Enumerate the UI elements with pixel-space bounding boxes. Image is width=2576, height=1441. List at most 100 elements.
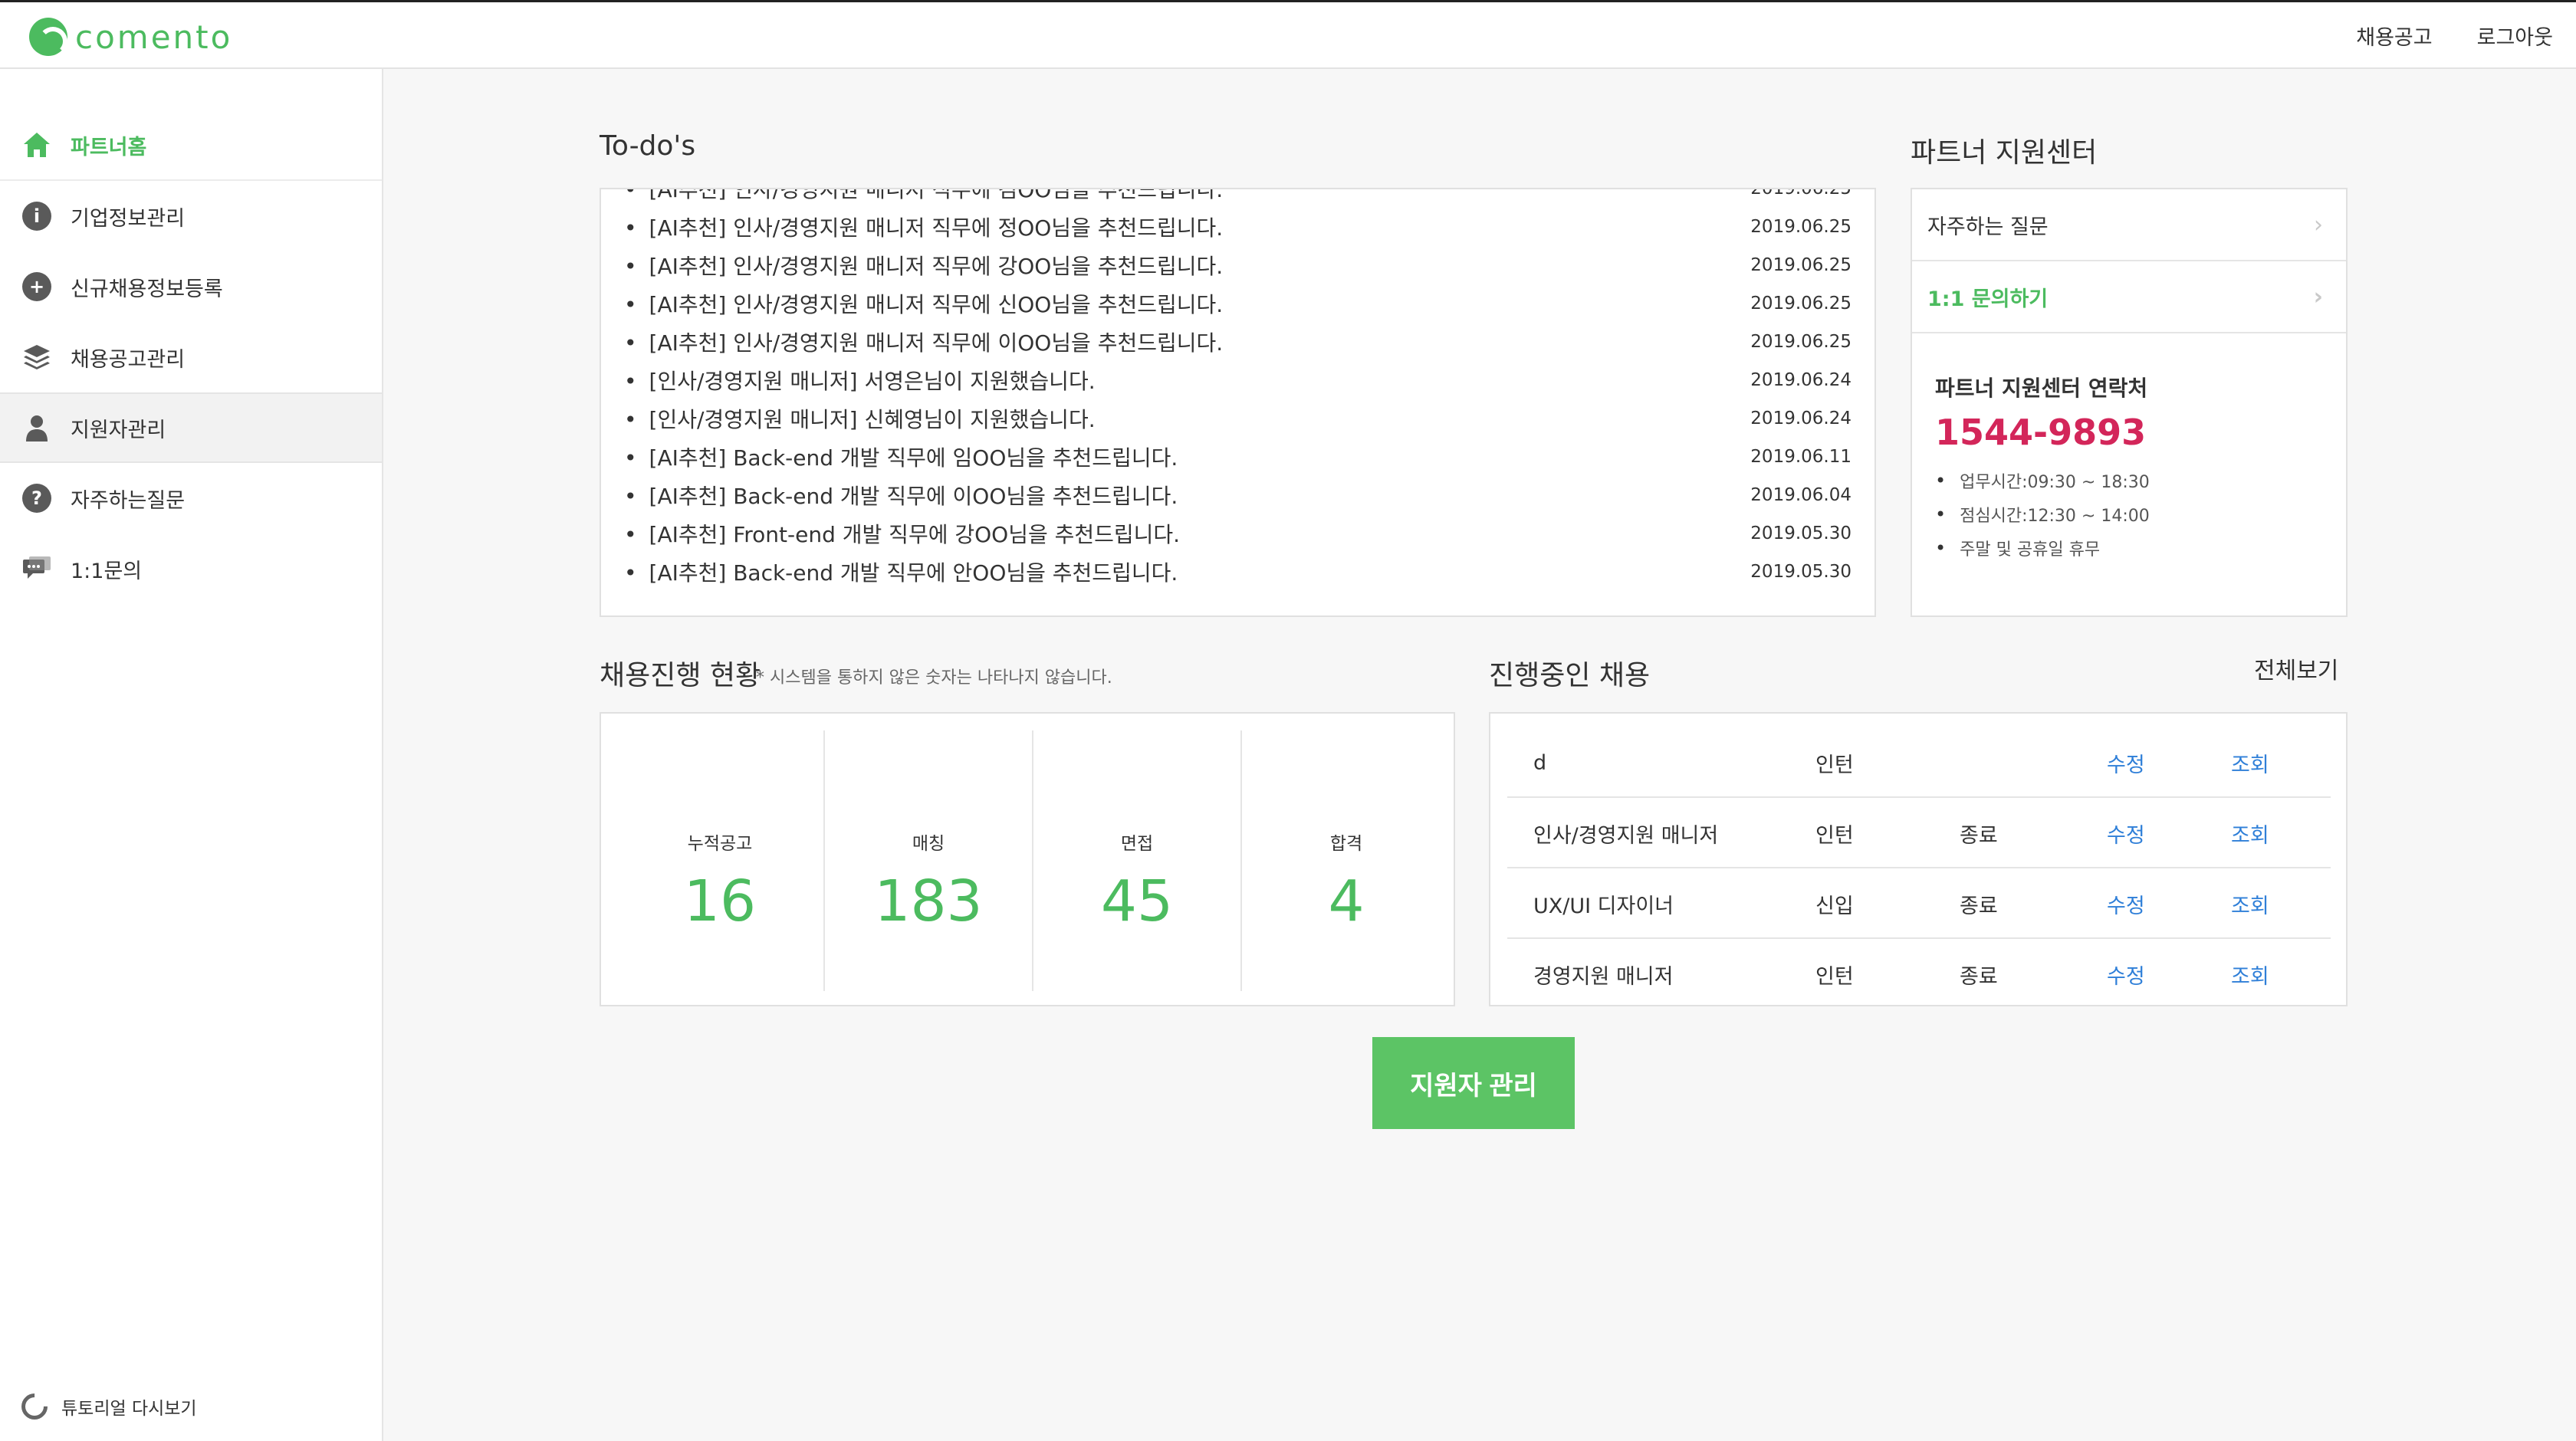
stat-label: 합격 [1329, 834, 1363, 854]
sidebar-item-label: 신규채용정보등록 [71, 277, 223, 301]
todo-item[interactable]: [AI추천] 인사/경영지원 매니저 직무에 강OO님을 추천드립니다. 2019… [601, 246, 1875, 284]
job-status: 종료 [1960, 964, 1998, 989]
stat-interview: 면접 45 [1033, 730, 1242, 991]
contact-title: 파트너 지원센터 연락처 [1935, 376, 2148, 401]
stat-label: 매칭 [912, 834, 945, 854]
job-type: 인턴 [1815, 964, 1854, 989]
todo-date: 2019.06.25 [1750, 217, 1852, 237]
todo-date: 2019.06.24 [1750, 370, 1852, 390]
nav-logout-link[interactable]: 로그아웃 [2477, 21, 2553, 51]
sidebar-item-label: 파트너홈 [71, 135, 147, 159]
todo-item[interactable]: [AI추천] 인사/경영지원 매니저 직무에 정OO님을 추천드립니다. 2019… [601, 208, 1875, 246]
view-all-link[interactable]: 전체보기 [2254, 652, 2338, 685]
contact-info: 파트너 지원센터 연락처 1544-9893 업무시간:09:30 ~ 18:3… [1912, 333, 2346, 565]
todo-text: [AI추천] 인사/경영지원 매니저 직무에 강OO님을 추천드립니다. [624, 250, 1224, 281]
todo-date: 2019.05.30 [1750, 524, 1852, 543]
sidebar-item-label: 1:1문의 [71, 559, 143, 583]
todo-text: [AI추천] 인사/경영지원 매니저 직무에 김OO님을 추천드립니다. [624, 189, 1224, 204]
todo-item[interactable]: [AI추천] Back-end 개발 직무에 안OO님을 추천드립니다. 2019… [601, 553, 1875, 591]
todo-item[interactable]: [AI추천] Front-end 개발 직무에 강OO님을 추천드립니다. 201… [601, 514, 1875, 553]
jobs-panel: d 인턴 수정 조회 인사/경영지원 매니저 인턴 종료 수정 조회 UX/UI… [1489, 712, 2348, 1006]
job-name: UX/UI 디자이너 [1533, 894, 1674, 918]
edit-button[interactable]: 수정 [2107, 939, 2145, 1009]
sidebar-item-new-posting[interactable]: + 신규채용정보등록 [0, 251, 382, 322]
faq-link[interactable]: 자주하는 질문 › [1912, 189, 2346, 261]
inquiry-link[interactable]: 1:1 문의하기 › [1912, 261, 2346, 333]
todo-date: 2019.06.25 [1750, 294, 1852, 313]
view-button[interactable]: 조회 [2231, 939, 2269, 1009]
sidebar-item-label: 지원자관리 [71, 418, 166, 442]
todo-date: 2019.06.04 [1750, 485, 1852, 505]
refresh-icon [15, 1387, 54, 1426]
info-icon: i [21, 201, 52, 231]
todos-title: To-do's [600, 130, 696, 162]
todo-item[interactable]: [AI추천] 인사/경영지원 매니저 직무에 김OO님을 추천드립니다. 2019… [601, 189, 1875, 208]
todo-text: [AI추천] 인사/경영지원 매니저 직무에 정OO님을 추천드립니다. [624, 212, 1224, 242]
sidebar-item-company-info[interactable]: i 기업정보관리 [0, 181, 382, 251]
comento-logo[interactable]: comento [29, 18, 232, 56]
contact-phone: 1544-9893 [1935, 412, 2147, 453]
business-hours: 업무시간:09:30 ~ 18:30 [1935, 464, 2323, 497]
todo-item[interactable]: [AI추천] Back-end 개발 직무에 이OO님을 추천드립니다. 2019… [601, 476, 1875, 514]
sidebar-item-partner-home[interactable]: 파트너홈 [0, 110, 382, 181]
todo-list: [AI추천] 인사/경영지원 매니저 직무에 김OO님을 추천드립니다. 2019… [601, 189, 1875, 591]
top-bar: comento 채용공고 로그아웃 [0, 0, 2576, 69]
todo-text: [AI추천] Back-end 개발 직무에 이OO님을 추천드립니다. [624, 480, 1178, 510]
todo-item[interactable]: [AI추천] 인사/경영지원 매니저 직무에 이OO님을 추천드립니다. 2019… [601, 323, 1875, 361]
sidebar-item-label: 자주하는질문 [71, 488, 186, 513]
plus-circle-icon: + [21, 271, 52, 302]
job-name: 경영지원 매니저 [1533, 964, 1674, 989]
stat-label: 누적공고 [687, 834, 753, 854]
sidebar-item-applicant-management[interactable]: 지원자관리 [0, 392, 382, 463]
tutorial-replay-link[interactable]: 튜토리얼 다시보기 [15, 1387, 197, 1426]
job-type: 인턴 [1815, 753, 1854, 777]
sidebar-item-inquiry[interactable]: 1:1문의 [0, 533, 382, 604]
sidebar-item-faq[interactable]: ? 자주하는질문 [0, 463, 382, 533]
edit-button[interactable]: 수정 [2107, 868, 2145, 939]
holiday-note: 주말 및 공휴일 휴무 [1935, 531, 2323, 565]
logo-text: comento [75, 18, 233, 56]
tutorial-label: 튜토리얼 다시보기 [61, 1399, 197, 1419]
stat-total-postings: 누적공고 16 [616, 730, 825, 991]
view-button[interactable]: 조회 [2231, 868, 2269, 939]
todo-item[interactable]: [AI추천] Back-end 개발 직무에 임OO님을 추천드립니다. 2019… [601, 438, 1875, 476]
todo-list-panel[interactable]: [AI추천] 인사/경영지원 매니저 직무에 김OO님을 추천드립니다. 2019… [600, 188, 1876, 617]
inquiry-link-label: 1:1 문의하기 [1927, 287, 2049, 311]
stat-passed: 합격 4 [1242, 730, 1451, 991]
job-type: 인턴 [1815, 823, 1854, 848]
sidebar-item-label: 채용공고관리 [71, 347, 186, 372]
faq-link-label: 자주하는 질문 [1927, 215, 2049, 239]
todo-text: [AI추천] 인사/경영지원 매니저 직무에 이OO님을 추천드립니다. [624, 327, 1224, 357]
comento-logo-icon [29, 18, 67, 56]
job-type: 신입 [1815, 894, 1854, 918]
todo-item[interactable]: [AI추천] 인사/경영지원 매니저 직무에 신OO님을 추천드립니다. 2019… [601, 284, 1875, 323]
job-name: d [1533, 750, 1547, 775]
job-status: 종료 [1960, 894, 1998, 918]
todo-date: 2019.05.30 [1750, 562, 1852, 582]
stat-matching: 매칭 183 [825, 730, 1033, 991]
contact-notes: 업무시간:09:30 ~ 18:30 점심시간:12:30 ~ 14:00 주말… [1935, 464, 2323, 565]
sidebar-item-posting-management[interactable]: 채용공고관리 [0, 322, 382, 392]
todo-item[interactable]: [인사/경영지원 매니저] 신혜영님이 지원했습니다. 2019.06.24 [601, 399, 1875, 438]
lunch-hours: 점심시간:12:30 ~ 14:00 [1935, 497, 2323, 531]
view-button[interactable]: 조회 [2231, 727, 2269, 798]
stats-panel: 누적공고 16 매칭 183 면접 45 합격 4 [600, 712, 1455, 1006]
top-nav: 채용공고 로그아웃 [2312, 2, 2553, 69]
job-name: 인사/경영지원 매니저 [1533, 823, 1719, 848]
support-title: 파트너 지원센터 [1911, 137, 2098, 169]
edit-button[interactable]: 수정 [2107, 727, 2145, 798]
stat-value: 16 [683, 868, 757, 934]
todo-date: 2019.06.25 [1750, 332, 1852, 352]
stats-note: * 시스템을 통하지 않은 숫자는 나타나지 않습니다. [756, 668, 1112, 688]
todo-item[interactable]: [인사/경영지원 매니저] 서영은님이 지원했습니다. 2019.06.24 [601, 361, 1875, 399]
view-button[interactable]: 조회 [2231, 798, 2269, 868]
stat-value: 45 [1100, 868, 1174, 934]
stat-label: 면접 [1120, 834, 1154, 854]
applicant-management-button[interactable]: 지원자 관리 [1372, 1037, 1575, 1129]
edit-button[interactable]: 수정 [2107, 798, 2145, 868]
chevron-right-icon: › [2314, 211, 2323, 238]
layers-icon [21, 342, 52, 373]
stat-value: 4 [1328, 868, 1365, 934]
stat-value: 183 [874, 868, 983, 934]
nav-job-postings-link[interactable]: 채용공고 [2356, 21, 2432, 51]
